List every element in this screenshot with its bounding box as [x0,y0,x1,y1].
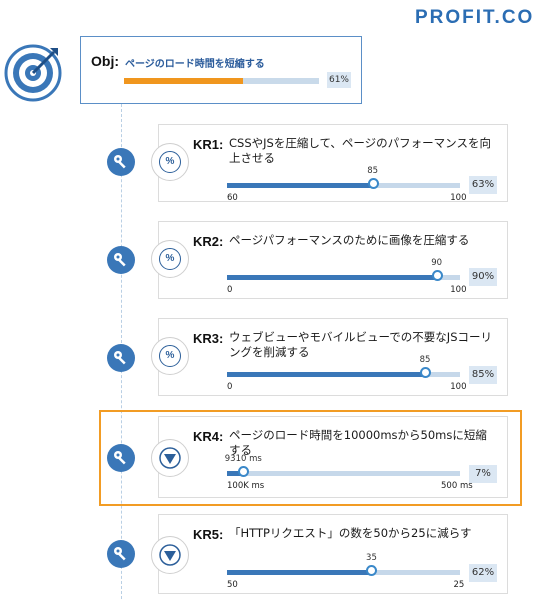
kr-percent-badge: 90% [469,268,497,286]
kr-title: CSSやJSを圧縮して、ページのパフォーマンスを向上させる [229,136,491,165]
key-result-card-1[interactable]: % KR1: CSSやJSを圧縮して、ページのパフォーマンスを向上させる 85 … [151,124,508,203]
kr-progress-fill [227,183,373,188]
kr-progress-fill [227,372,426,377]
kr-start-value: 0 [227,285,233,295]
target-icon [4,44,62,102]
key-result-card-3[interactable]: % KR3: ウェブビューやモバイルビューでの不要なJSコーリングを削減する 8… [151,318,508,396]
kr-start-value: 60 [227,193,238,203]
kr-progress-track: 90 0 100 [227,258,466,295]
kr-current-value: 85 [367,166,379,176]
key-icon [107,246,135,274]
kr-title: ページパフォーマンスのために画像を圧縮する [229,233,470,247]
kr-current-value: 9310 ms [224,454,262,464]
kr-target-value: 500 ms [441,481,473,491]
profit-co-logo: PROFIT.CO [415,7,535,28]
key-icon [107,540,135,568]
kr-percent-badge: 7% [469,465,497,483]
kr-progress-fill [227,570,372,575]
objective-progress-fill [124,78,243,84]
kr-current-value: 85 [419,355,431,365]
kr-target-value: 100 [450,285,467,295]
objective-progress-bar [124,78,319,84]
key-result-card-5[interactable]: KR5: 「HTTPリクエスト」の数を50から25に減らす 35 50 25 6… [151,514,508,594]
kr-percent-badge: 63% [469,176,497,194]
decrease-triangle-icon [159,447,181,469]
kr-label: KR2: [193,234,224,249]
percent-icon: % [159,345,181,367]
kr-progress-knob[interactable] [431,270,443,281]
kr-start-value: 0 [227,382,233,392]
kr-label: KR3: [193,331,224,346]
key-icon [107,344,135,372]
key-icon [107,148,135,176]
kr-label: KR1: [193,137,224,152]
kr-type-badge [151,439,189,477]
kr-target-value: 100 [450,193,467,203]
kr-type-badge [151,536,189,574]
kr-label: KR5: [193,527,224,542]
objective-percent-badge: 61% [327,72,351,88]
kr-progress-track: 85 0 100 [227,355,466,392]
kr-label: KR4: [193,429,224,444]
objective-title: ページのロード時間を短縮する [125,59,265,70]
kr-progress-knob[interactable] [366,565,378,576]
kr-percent-badge: 62% [469,564,497,582]
kr-current-value: 90 [431,258,443,268]
kr-progress-track: 35 50 25 [227,553,464,590]
percent-icon: % [159,151,181,173]
key-icon [107,444,135,472]
kr-percent-badge: 85% [469,366,497,384]
objective-card[interactable]: Obj: ページのロード時間を短縮する 61% [80,36,362,104]
kr-start-value: 100K ms [227,481,265,491]
kr-title: ウェブビューやモバイルビューでの不要なJSコーリングを削減する [229,330,492,359]
kr-progress-knob[interactable] [367,178,379,189]
kr-type-badge: % [151,337,189,375]
kr-progress-knob[interactable] [420,367,432,378]
kr-type-badge: % [151,143,189,181]
objective-label: Obj: [91,53,119,69]
kr-progress-fill [227,275,437,280]
kr-progress-knob[interactable] [238,466,250,477]
percent-icon: % [159,248,181,270]
kr-start-value: 50 [227,580,238,590]
kr-current-value: 35 [366,553,377,563]
kr-target-value: 25 [453,580,465,590]
key-result-card-2[interactable]: % KR2: ページパフォーマンスのために画像を圧縮する 90 0 100 90… [151,221,508,299]
kr-progress-track: 85 60 100 [227,166,466,203]
kr-target-value: 100 [450,382,467,392]
kr-progress-track: 9310 ms 100K ms 500 ms [225,454,473,491]
kr-type-badge: % [151,240,189,278]
kr-title: 「HTTPリクエスト」の数を50から25に減らす [229,526,472,540]
key-result-card-4[interactable]: KR4: ページのロード時間を10000msから50msに短縮する 9310 m… [151,416,508,498]
decrease-triangle-icon [159,544,181,566]
kr-title: ページのロード時間を10000msから50msに短縮する [229,428,487,457]
